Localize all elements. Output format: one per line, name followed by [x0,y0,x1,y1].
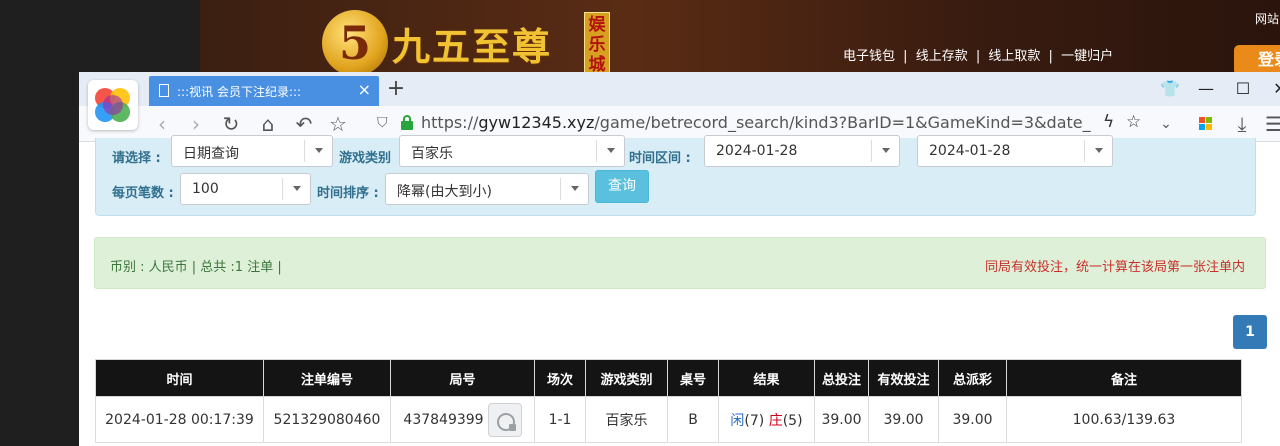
per-page-select[interactable]: 100 [180,173,311,205]
lightning-icon[interactable]: ϟ [1103,112,1114,132]
apps-grid-icon[interactable] [1193,111,1219,137]
document-icon [159,84,169,97]
cell-total-payout: 39.00 [938,396,1007,443]
round-id-text: 437849399 [403,411,484,428]
site-nav-consolidate[interactable]: 一键归户 [1061,49,1113,64]
forward-icon[interactable]: › [183,111,209,137]
site-label: 网站 [1255,12,1280,26]
cell-result: 闲(7) 庄(5) [718,396,815,443]
column-header-round-id: 局号 [390,359,535,397]
column-header-valid-bet: 有效投注 [868,359,939,397]
column-header-table-no: 桌号 [667,359,719,397]
table-row: 2024-01-28 00:17:39 521329080460 4378493… [95,396,1242,443]
column-header-remark: 备注 [1006,359,1242,397]
site-logo-number: 5 [338,16,371,70]
column-header-session: 场次 [534,359,586,397]
sort-select[interactable]: 降幂(由大到小) [385,173,589,205]
column-header-time: 时间 [95,359,264,397]
query-type-select[interactable]: 日期查询 [171,135,333,167]
site-nav-separator: | [1048,49,1053,64]
chevron-down-icon [304,140,332,162]
cell-valid-bet: 39.00 [868,396,939,443]
cell-table-no: B [667,396,719,443]
summary-bar: 币别 : 人民币 | 总共 :1 注单 | 同局有效投注，统一计算在该局第一张注… [94,237,1266,289]
select-label: 请选择 : [112,151,161,166]
shield-icon[interactable]: ⛉ [377,115,388,131]
column-header-game-type: 游戏类别 [585,359,668,397]
cell-round-id: 437849399 [390,396,535,443]
time-range-label: 时间区间 : [629,151,691,166]
per-page-label: 每页笔数 : [112,186,174,201]
back-icon[interactable]: ‹ [149,111,175,137]
query-button[interactable]: 查询 [595,170,649,203]
lock-icon[interactable] [401,115,413,130]
bet-records-table: 时间 注单编号 局号 场次 游戏类别 桌号 结果 总投注 有效投注 总派彩 备注… [95,359,1242,443]
favorite-star-icon[interactable]: ☆ [1126,112,1141,132]
game-type-select[interactable]: 百家乐 [399,135,625,167]
tab-title: :::视讯 会员下注纪录::: [177,85,302,99]
download-icon[interactable]: ⤓ [1229,111,1255,137]
site-nav-separator: | [903,49,908,64]
site-nav-deposit[interactable]: 线上存款 [916,49,968,64]
video-replay-icon[interactable] [487,402,522,437]
maximize-icon[interactable]: ☐ [1229,78,1257,100]
chevron-down-icon [1084,140,1112,162]
site-nav-separator: | [975,49,981,64]
new-tab-icon[interactable]: + [384,78,408,102]
filter-panel: 请选择 : 日期查询 游戏类别 百家乐 时间区间 : 2024-01-28 ~ … [95,135,1256,216]
summary-info: 币别 : 人民币 | 总共 :1 注单 | [110,260,282,275]
site-nav: 电子钱包 | 线上存款 | 线上取款 | 一键归户 [843,45,1117,64]
site-login-button[interactable]: 登录 [1234,45,1280,75]
site-nav-wallet[interactable]: 电子钱包 [843,49,895,64]
column-header-total-bet: 总投注 [814,359,869,397]
address-bar[interactable]: ⛉ https://gyw12345.xyz/game/betrecord_se… [369,110,1154,138]
reload-icon[interactable]: ↻ [218,111,244,137]
cell-total-bet-link[interactable]: 39.00 [814,396,869,443]
sort-label: 时间排序 : [317,186,379,201]
skin-icon[interactable]: 👕 [1156,78,1184,100]
url-text[interactable]: https://gyw12345.xyz/game/betrecord_sear… [421,113,1091,132]
undo-icon[interactable]: ↶ [291,111,317,137]
site-nav-withdraw[interactable]: 线上取款 [988,49,1040,64]
browser-logo-icon[interactable] [88,80,138,130]
date-start-select[interactable]: 2024-01-28 [704,135,900,167]
date-end-select[interactable]: 2024-01-28 [917,135,1113,167]
result-banker-label: 庄 [768,412,783,429]
url-host: gyw12345.xyz [478,113,595,132]
column-header-bet-id: 注单编号 [263,359,391,397]
bookmark-star-icon[interactable]: ☆ [325,111,351,137]
result-player-label: 闲 [730,412,745,429]
minimize-icon[interactable]: — [1192,78,1220,100]
pagination-page-1[interactable]: 1 [1233,315,1267,349]
table-header-row: 时间 注单编号 局号 场次 游戏类别 桌号 结果 总投注 有效投注 总派彩 备注 [95,359,1242,397]
result-player-value: (7) [744,412,765,429]
page-content: 请选择 : 日期查询 游戏类别 百家乐 时间区间 : 2024-01-28 ~ … [79,135,1280,446]
cell-time: 2024-01-28 00:17:39 [95,396,264,443]
site-logo-tag: 娱乐城 [584,12,610,75]
result-banker-value: (5) [782,412,803,429]
cell-game-type: 百家乐 [585,396,668,443]
game-type-label: 游戏类别 [339,151,392,166]
chevron-down-icon [871,140,899,162]
url-scheme: https:// [421,113,479,132]
cell-remark: 100.63/139.63 [1006,396,1242,443]
browser-window: :::视讯 会员下注纪录::: × + 👕 — ☐ ✕ ‹ › ↻ ⌂ ↶ ☆ … [79,72,1280,446]
chevron-down-icon [596,140,624,162]
close-window-icon[interactable]: ✕ [1266,78,1280,100]
home-icon[interactable]: ⌂ [255,111,281,137]
summary-notice: 同局有效投注，统一计算在该局第一张注单内 [984,260,1245,275]
url-path: /game/betrecord_search/kind3?BarID=1&Gam… [594,113,1091,132]
column-header-total-payout: 总派彩 [938,359,1007,397]
menu-icon[interactable]: ☰ [1261,111,1280,137]
chevron-down-icon[interactable]: ⌄ [1153,111,1179,137]
column-header-result: 结果 [718,359,815,397]
tab-bar: :::视讯 会员下注纪录::: × + 👕 — ☐ ✕ [79,72,1280,106]
cell-session: 1-1 [534,396,586,443]
site-logo-text: 九五至尊 [392,24,553,69]
cell-bet-id: 521329080460 [263,396,391,443]
tab-betrecord[interactable]: :::视讯 会员下注纪录::: × [149,76,379,106]
chevron-down-icon [282,178,310,200]
chevron-down-icon [560,178,588,200]
tab-close-icon[interactable]: × [358,81,371,99]
